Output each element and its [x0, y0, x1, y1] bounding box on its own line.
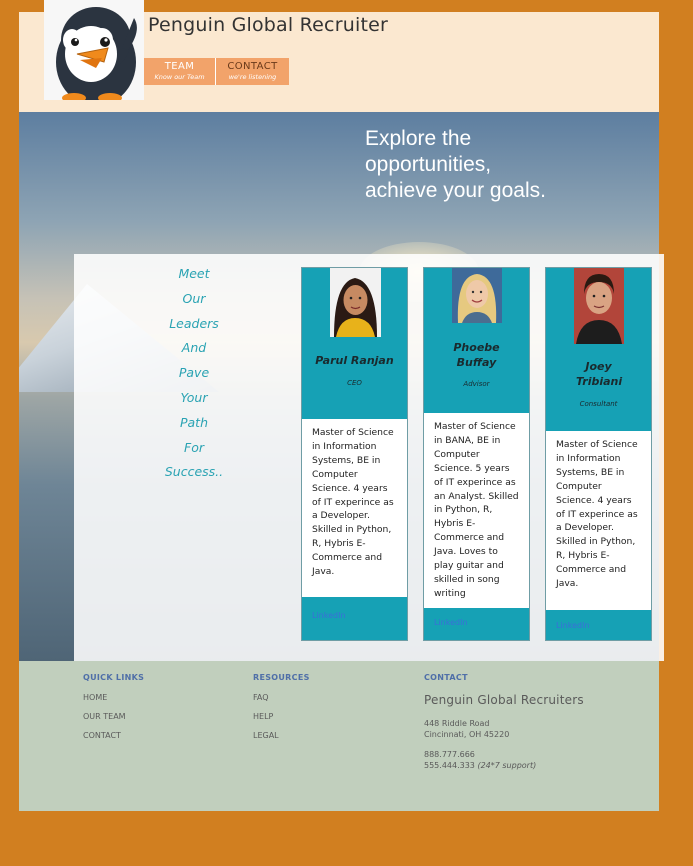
leaders-heading-word: Pave: [178, 365, 210, 381]
team-member-name: Parul Ranjan: [315, 354, 394, 367]
team-member-role: Consultant: [579, 400, 618, 408]
team-card-phoebe: Phoebe Buffay Advisor Master of Science …: [423, 267, 530, 641]
footer-address-line: Cincinnati, OH 45220: [424, 730, 510, 739]
nav-team-label: TEAM: [164, 61, 195, 72]
footer-link-help[interactable]: HELP: [253, 712, 310, 731]
penguin-mascot-icon[interactable]: [44, 0, 144, 100]
leaders-heading-word: Leaders: [169, 315, 219, 331]
footer-phone[interactable]: 555.444.333: [424, 761, 475, 770]
footer-phone-support: 555.444.333 (24*7 support): [424, 761, 584, 772]
linkedin-link[interactable]: LinkedIn: [556, 621, 590, 630]
hero-tagline: Explore the opportunities, achieve your …: [365, 127, 546, 202]
team-card-joey: Joey Tribiani Consultant Master of Scien…: [545, 267, 652, 641]
nav-contact-button[interactable]: CONTACT we're listening: [215, 58, 289, 85]
avatar: [574, 268, 624, 344]
team-member-bio: Master of Science in Information Systems…: [302, 419, 407, 597]
nav-contact-subtitle: we're listening: [228, 73, 277, 81]
footer-quick-links: QUICK LINKS HOME OUR TEAM CONTACT: [83, 673, 144, 750]
footer-phone-note: (24*7 support): [477, 761, 537, 770]
footer-phone[interactable]: 888.777.666: [424, 750, 584, 761]
footer-link-contact[interactable]: CONTACT: [83, 731, 144, 750]
footer-heading: RESOURCES: [253, 673, 310, 682]
leaders-heading-word: Success..: [164, 464, 224, 480]
site-title: Penguin Global Recruiter: [148, 14, 388, 36]
leaders-heading-word: Meet: [178, 266, 210, 281]
leaders-heading: Meet Our Leaders And Pave Your Path For …: [74, 262, 314, 485]
team-member-role: Advisor: [463, 380, 490, 388]
leaders-heading-word: For: [184, 439, 204, 455]
footer-address-line: 448 Riddle Road: [424, 719, 490, 728]
nav-team-subtitle: Know our Team: [154, 73, 205, 81]
leaders-heading-word: Our: [182, 290, 206, 306]
main-nav: TEAM Know our Team CONTACT we're listeni…: [144, 58, 289, 85]
leaders-heading-word: Path: [179, 414, 209, 430]
footer-heading: QUICK LINKS: [83, 673, 145, 682]
avatar: [452, 268, 502, 323]
footer-resources: RESOURCES FAQ HELP LEGAL: [253, 673, 310, 750]
footer-link-faq[interactable]: FAQ: [253, 693, 310, 712]
leaders-heading-word: Your: [180, 389, 208, 405]
team-member-name: Joey Tribiani: [576, 360, 623, 388]
team-member-bio: Master of Science in Information Systems…: [546, 431, 651, 610]
footer-contact: CONTACT Penguin Global Recruiters 448 Ri…: [424, 673, 584, 772]
footer-link-home[interactable]: HOME: [83, 693, 144, 712]
footer-link-our-team[interactable]: OUR TEAM: [83, 712, 144, 731]
site-footer: QUICK LINKS HOME OUR TEAM CONTACT RESOUR…: [19, 661, 659, 811]
linkedin-link[interactable]: LinkedIn: [312, 611, 346, 620]
team-member-name: Phoebe Buffay: [453, 341, 500, 369]
avatar: [330, 268, 381, 337]
footer-link-legal[interactable]: LEGAL: [253, 731, 310, 750]
team-member-role: CEO: [347, 379, 362, 387]
linkedin-link[interactable]: LinkedIn: [434, 618, 468, 627]
footer-company-name: Penguin Global Recruiters: [424, 693, 584, 707]
team-card-parul: Parul Ranjan CEO Master of Science in In…: [301, 267, 408, 641]
team-member-bio: Master of Science in BANA, BE in Compute…: [424, 413, 529, 608]
footer-heading: CONTACT: [424, 673, 468, 682]
leaders-heading-word: And: [181, 340, 207, 356]
nav-team-button[interactable]: TEAM Know our Team: [144, 58, 215, 85]
nav-contact-label: CONTACT: [227, 61, 278, 72]
